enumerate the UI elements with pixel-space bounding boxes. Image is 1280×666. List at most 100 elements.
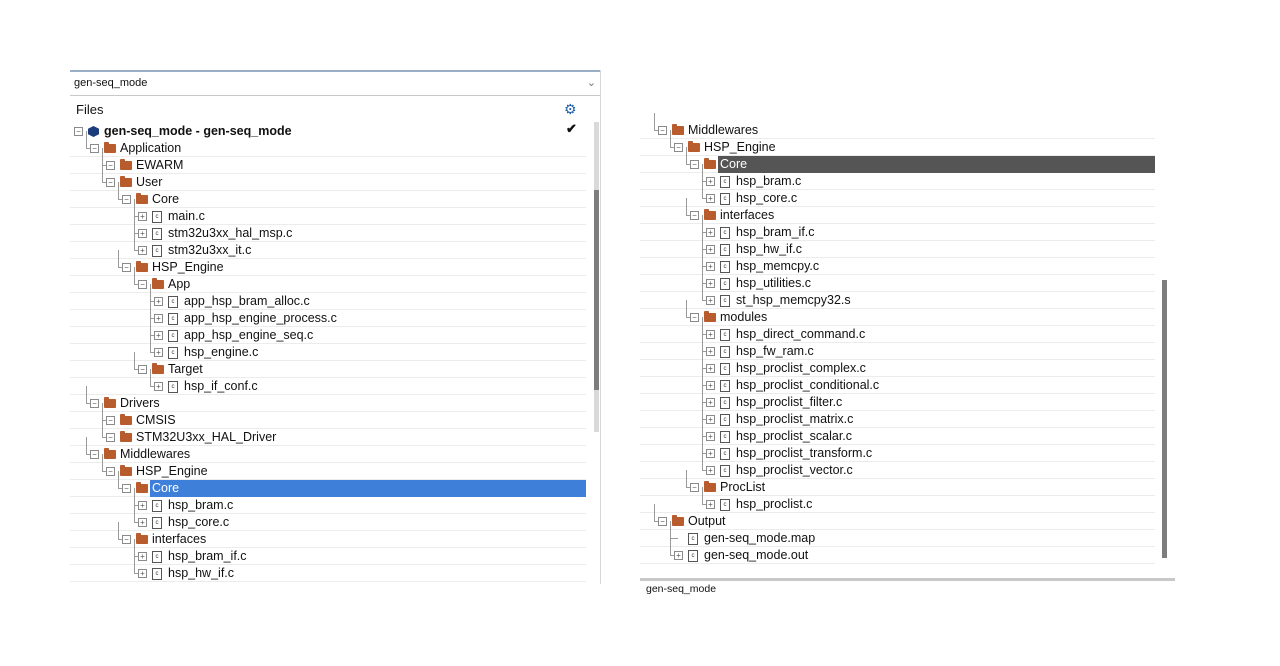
expand-icon[interactable]: + (138, 212, 147, 221)
collapse-icon[interactable]: − (138, 365, 147, 374)
collapse-icon[interactable]: − (106, 178, 115, 187)
expand-icon[interactable]: + (706, 262, 715, 271)
collapse-icon[interactable]: − (690, 313, 699, 322)
file-row[interactable]: + c hsp_bram_if.c (70, 539, 586, 565)
expand-icon[interactable]: + (706, 177, 715, 186)
file-row[interactable]: + c hsp_proclist_transform.c (640, 436, 1155, 462)
folder-row[interactable]: − Core (70, 471, 586, 497)
collapse-icon[interactable]: − (690, 160, 699, 169)
expand-icon[interactable]: + (138, 518, 147, 527)
file-row[interactable]: + c app_hsp_bram_alloc.c (70, 284, 586, 310)
folder-row[interactable]: − HSP_Engine (640, 130, 1155, 156)
file-row[interactable]: + c hsp_proclist_vector.c (640, 453, 1155, 479)
file-row[interactable]: + c hsp_hw_if.c (70, 556, 586, 582)
collapse-icon[interactable]: − (122, 195, 131, 204)
folder-row[interactable]: − Drivers (70, 386, 586, 412)
collapse-icon[interactable]: − (90, 450, 99, 459)
file-row[interactable]: + c hsp_direct_command.c (640, 317, 1155, 343)
folder-row[interactable]: − ProcList (640, 470, 1155, 496)
expand-icon[interactable]: + (706, 296, 715, 305)
folder-row[interactable]: − Middlewares (70, 437, 586, 463)
file-row[interactable]: + c hsp_proclist_complex.c (640, 351, 1155, 377)
expand-icon[interactable]: + (706, 381, 715, 390)
expand-icon[interactable]: + (154, 314, 163, 323)
vertical-scrollbar-thumb[interactable] (594, 190, 599, 390)
expand-icon[interactable]: + (138, 501, 147, 510)
collapse-icon[interactable]: − (674, 143, 683, 152)
folder-row[interactable]: − App (70, 267, 586, 293)
file-row[interactable]: + c hsp_proclist_scalar.c (640, 419, 1155, 445)
expand-icon[interactable]: + (154, 297, 163, 306)
file-row[interactable]: + c hsp_memcpy.c (640, 249, 1155, 275)
gear-icon[interactable]: ⚙ (564, 101, 577, 118)
collapse-icon[interactable]: − (658, 126, 667, 135)
file-row[interactable]: + c st_hsp_memcpy32.s (640, 283, 1155, 309)
collapse-icon[interactable]: − (90, 144, 99, 153)
expand-icon[interactable]: + (706, 194, 715, 203)
expand-icon[interactable]: + (154, 348, 163, 357)
file-row[interactable]: + c hsp_proclist_matrix.c (640, 402, 1155, 428)
file-row[interactable]: + c stm32u3xx_it.c (70, 233, 586, 259)
collapse-icon[interactable]: − (90, 399, 99, 408)
file-row[interactable]: + c hsp_hw_if.c (640, 232, 1155, 258)
expand-icon[interactable]: + (154, 382, 163, 391)
file-row[interactable]: + c hsp_proclist_filter.c (640, 385, 1155, 411)
vertical-scrollbar-thumb[interactable] (1162, 280, 1167, 558)
collapse-icon[interactable]: − (658, 517, 667, 526)
workspace-tab[interactable]: gen-seq_mode (640, 578, 1175, 598)
expand-icon[interactable]: + (138, 229, 147, 238)
file-row[interactable]: + c hsp_if_conf.c (70, 369, 586, 395)
folder-row[interactable]: − STM32U3xx_HAL_Driver (70, 420, 586, 446)
collapse-icon[interactable]: − (106, 416, 115, 425)
expand-icon[interactable]: + (138, 569, 147, 578)
project-row[interactable]: − gen-seq_mode - gen-seq_mode (70, 123, 590, 140)
expand-icon[interactable]: + (706, 330, 715, 339)
file-row[interactable]: + c hsp_utilities.c (640, 266, 1155, 292)
file-row[interactable]: + c hsp_core.c (70, 505, 586, 531)
folder-row[interactable]: − CMSIS (70, 403, 586, 429)
expand-icon[interactable]: + (154, 331, 163, 340)
expand-icon[interactable]: + (706, 432, 715, 441)
folder-row[interactable]: − Core (640, 147, 1155, 173)
folder-row[interactable]: − Output (640, 504, 1155, 530)
expand-icon[interactable]: + (706, 398, 715, 407)
collapse-icon[interactable]: − (690, 483, 699, 492)
folder-row[interactable]: − User (70, 165, 586, 191)
expand-icon[interactable]: + (706, 364, 715, 373)
collapse-icon[interactable]: − (138, 280, 147, 289)
folder-row[interactable]: − Core (70, 182, 586, 208)
expand-icon[interactable]: + (706, 415, 715, 424)
file-row[interactable]: + c hsp_fw_ram.c (640, 334, 1155, 360)
expand-icon[interactable]: + (706, 245, 715, 254)
file-row[interactable]: + c hsp_proclist.c (640, 487, 1155, 513)
collapse-icon[interactable]: − (122, 263, 131, 272)
workspace-config-select[interactable]: gen-seq_mode ⌄ (70, 70, 600, 96)
collapse-icon[interactable]: − (122, 535, 131, 544)
chevron-down-icon[interactable]: ⌄ (587, 72, 596, 94)
folder-row[interactable]: − Target (70, 352, 586, 378)
folder-row[interactable]: − HSP_Engine (70, 454, 586, 480)
file-row[interactable]: + c hsp_engine.c (70, 335, 586, 361)
folder-row[interactable]: − Application (70, 131, 586, 157)
folder-row[interactable]: − interfaces (640, 198, 1155, 224)
collapse-icon[interactable]: − (106, 433, 115, 442)
collapse-icon[interactable]: − (106, 467, 115, 476)
file-row[interactable]: + c main.c (70, 199, 586, 225)
folder-row[interactable]: − EWARM (70, 148, 586, 174)
expand-icon[interactable]: + (138, 552, 147, 561)
folder-row[interactable]: − interfaces (70, 522, 586, 548)
expand-icon[interactable]: + (674, 551, 683, 560)
file-row[interactable]: + c hsp_core.c (640, 181, 1155, 207)
collapse-icon[interactable]: − (690, 211, 699, 220)
file-row[interactable]: + c gen-seq_mode.out (640, 538, 1155, 564)
file-row[interactable]: + c hsp_bram.c (70, 488, 586, 514)
expand-icon[interactable]: + (138, 246, 147, 255)
folder-row[interactable]: − HSP_Engine (70, 250, 586, 276)
expand-icon[interactable]: + (706, 466, 715, 475)
collapse-icon[interactable]: − (74, 127, 83, 136)
file-row[interactable]: + c hsp_bram.c (640, 164, 1155, 190)
collapse-icon[interactable]: − (106, 161, 115, 170)
file-row[interactable]: c gen-seq_mode.map (640, 521, 1155, 547)
collapse-icon[interactable]: − (122, 484, 131, 493)
expand-icon[interactable]: + (706, 449, 715, 458)
